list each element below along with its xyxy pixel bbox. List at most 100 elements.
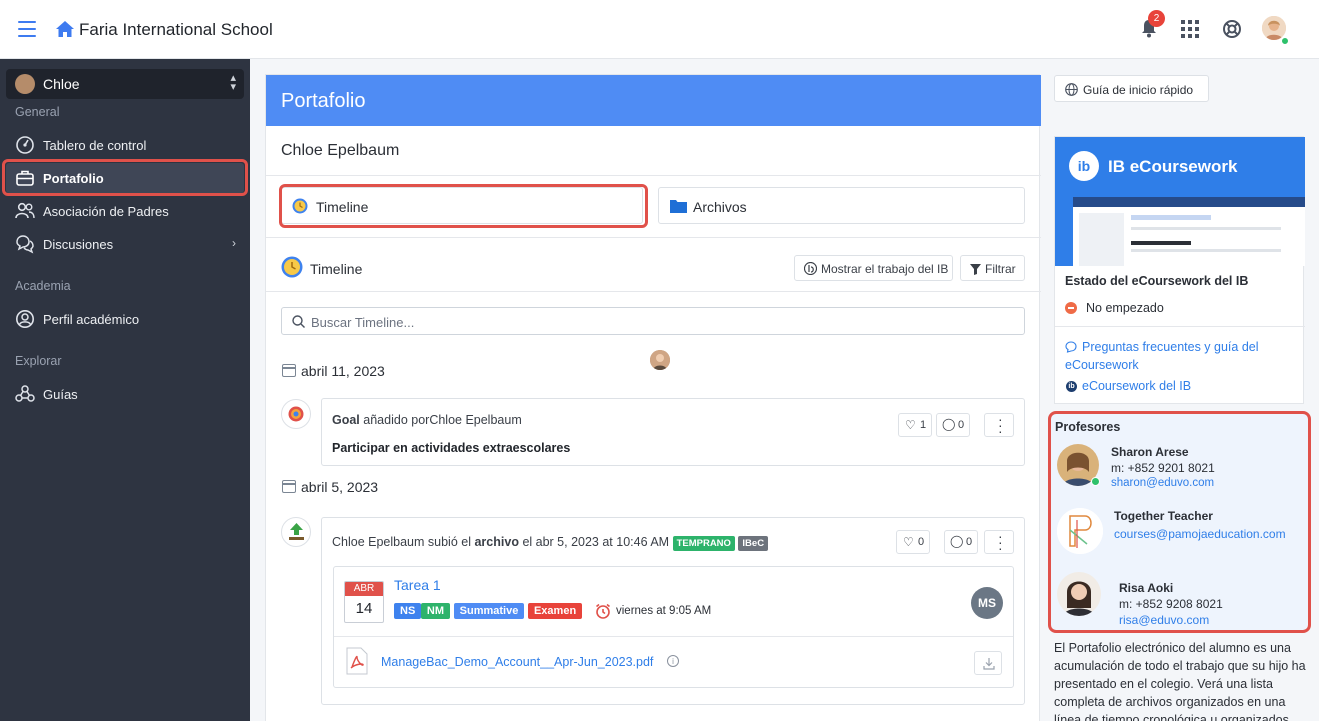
ib-banner-title: IB eCoursework [1108,157,1238,176]
show-ib-work-button[interactable]: Mostrar el trabajo del IB [794,255,953,281]
teacher-avatar[interactable] [1057,508,1103,554]
task-date-badge: ABR 14 [344,581,384,623]
highlight-portafolio [2,159,248,196]
ib-ecoursework-card: ib IB eCoursework Estado del eCoursework… [1054,136,1305,404]
ib-status-value: No empezado [1086,301,1164,315]
ib-ecoursework-banner[interactable]: ib IB eCoursework [1055,137,1305,266]
filter-label: Filtrar [985,262,1016,276]
sidebar-item-label: Perfil académico [43,312,140,327]
timeline-entry-file: Chloe Epelbaum subió el archivo el abr 5… [321,517,1025,705]
upload-entry-icon [281,517,311,547]
sidebar-item-academic-profile[interactable]: Perfil académico [6,304,244,334]
sidebar: Chloe ▴ ▾ General Tablero de control Port… [0,59,250,721]
teacher-email[interactable]: sharon@eduvo.com [1111,477,1214,489]
highlight-timeline-tab [279,184,648,228]
search-icon [292,315,305,328]
divider [334,636,1013,637]
timeline-heading: Timeline [310,261,363,277]
online-status-dot [1281,37,1289,45]
task-month: ABR [345,582,383,596]
comment-button[interactable]: ◯ 0 [944,530,978,554]
sidebar-item-label: Discusiones [43,237,114,252]
folder-icon [670,200,687,213]
student-name: Chloe Epelbaum [281,142,400,159]
divider [266,291,1041,292]
tag-ibec: IBeC [738,536,769,551]
sidebar-item-discussions[interactable]: Discusiones › [6,229,244,259]
sidebar-item-label: Asociación de Padres [43,204,169,219]
divider [266,175,1041,176]
teacher-email[interactable]: risa@eduvo.com [1119,613,1209,627]
comment-button[interactable]: ◯ 0 [936,413,970,437]
divider [266,237,1041,238]
ib-ecoursework-link[interactable]: eCoursework del IB [1082,379,1191,393]
chat-bubbles-icon [16,235,34,254]
timeline-entry-goal: Goal añadido porChloe Epelbaum Participa… [321,398,1025,466]
sidebar-item-parents-association[interactable]: Asociación de Padres [6,196,244,226]
menu-icon[interactable] [18,21,36,37]
teacher-phone: m: +852 9201 8021 [1111,461,1215,475]
pdf-file-link[interactable]: ManageBac_Demo_Account__Apr-Jun_2023.pdf [381,655,653,669]
globe-icon [1065,83,1078,96]
ib-status-title: Estado del eCoursework del IB [1065,274,1249,288]
label-nm: NM [420,603,451,619]
teacher-email[interactable]: courses@pamojaeducation.com [1114,527,1286,541]
more-options-button[interactable]: · · · [984,529,1014,555]
teacher-avatar[interactable] [1057,572,1101,616]
comment-count: 0 [966,536,973,548]
task-title-link[interactable]: Tarea 1 [394,577,441,593]
teachers-section: Profesores Sharon Arese m: +852 9201 802… [1048,411,1311,633]
user-switcher-name: Chloe [43,76,80,92]
calendar-icon [282,480,296,493]
portfolio-description: El Portafolio electrónico del alumno es … [1054,641,1306,721]
tab-files[interactable]: Archivos [658,187,1025,224]
section-academia: Academia [15,279,71,293]
quick-start-guide-button[interactable]: Guía de inicio rápido [1054,75,1209,102]
comment-icon: ◯ [950,534,964,548]
teacher-initials-avatar: MS [971,587,1003,619]
section-explorar: Explorar [15,354,62,368]
entry-action: subió el [427,535,471,549]
notification-badge: 2 [1148,10,1165,27]
task-labels: NS NM Summative Examen [394,602,583,620]
timeline-date: abril 5, 2023 [301,479,379,495]
heart-icon: ♡ [905,418,916,432]
sidebar-item-label: Tablero de control [43,138,147,153]
help-lifebuoy-icon[interactable] [1222,19,1242,39]
author-avatar [650,350,670,370]
top-bar: Faria International School 2 [0,0,1319,59]
task-box: ABR 14 Tarea 1 NS NM Summative Examen vi… [333,566,1014,688]
ecoursework-preview-image [1073,197,1305,266]
page-title: Portafolio [281,90,366,112]
teacher-name: Sharon Arese [1111,445,1189,459]
calendar-icon [282,364,296,377]
entry-author[interactable]: Chloe Epelbaum [332,535,424,549]
apps-grid-icon[interactable] [1181,20,1199,38]
quick-start-label: Guía de inicio rápido [1083,83,1194,97]
sidebar-item-guides[interactable]: Guías [6,379,244,409]
task-due-time: viernes at 9:05 AM [616,605,712,617]
entry-meta: Goal añadido porChloe Epelbaum [332,413,522,427]
teachers-heading: Profesores [1055,420,1121,434]
like-button[interactable]: ♡ 1 [898,413,932,437]
download-button[interactable] [974,651,1002,675]
tab-label: Archivos [693,199,747,215]
sidebar-item-dashboard[interactable]: Tablero de control [6,130,244,160]
entry-author[interactable]: Chloe Epelbaum [429,413,521,427]
like-button[interactable]: ♡ 0 [896,530,930,554]
user-switcher[interactable]: Chloe ▴ ▾ [6,69,244,99]
entry-type: Goal [332,413,360,427]
school-name[interactable]: Faria International School [79,20,273,40]
comment-count: 0 [958,419,965,431]
search-input[interactable] [311,313,1011,331]
info-icon[interactable]: i [667,655,679,667]
dashboard-gauge-icon [16,136,34,154]
home-icon[interactable] [55,20,75,38]
more-options-button[interactable]: · · · [984,412,1014,438]
users-icon [15,202,35,219]
download-icon [983,658,995,670]
faq-guide-link[interactable]: Preguntas frecuentes y guía del eCoursew… [1065,338,1295,374]
filter-button[interactable]: Filtrar [960,255,1025,281]
entry-time: el abr 5, 2023 at 10:46 AM [522,535,670,549]
entry-action: añadido por [363,413,430,427]
